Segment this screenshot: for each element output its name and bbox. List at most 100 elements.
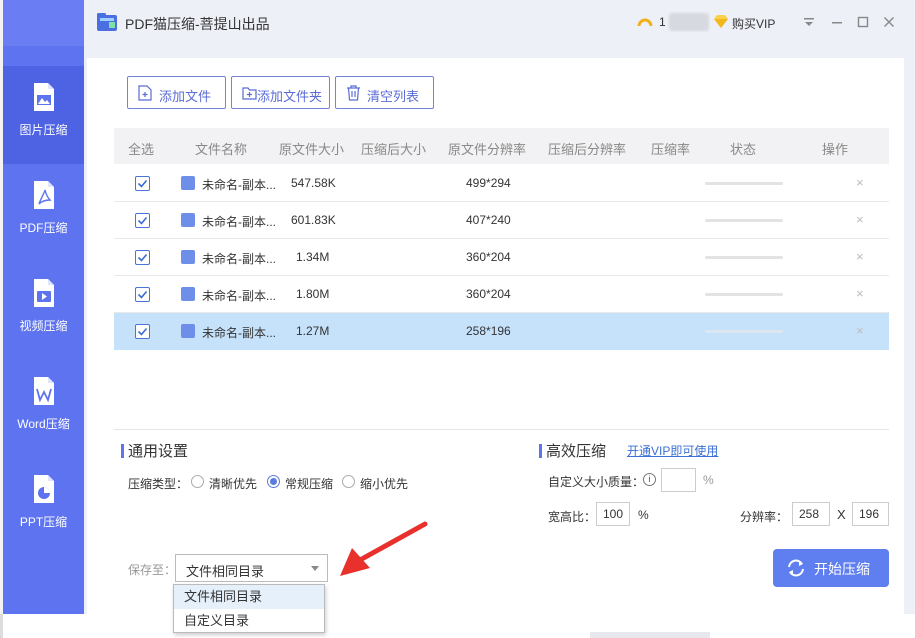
table-row[interactable]: 未命名-副本... 1.80M 360*204 ×	[114, 276, 889, 313]
remove-row-icon[interactable]: ×	[856, 212, 864, 227]
user-id-mask	[669, 13, 709, 31]
row-checkbox[interactable]	[135, 250, 150, 265]
background-window-edge	[590, 632, 710, 638]
file-name: 未命名-副本...	[202, 289, 276, 303]
image-thumbnail-icon	[181, 176, 195, 190]
add-folder-icon	[242, 87, 257, 100]
ppt-file-icon	[34, 475, 54, 503]
sidebar-item-label: 图片压缩	[19, 123, 68, 137]
remove-row-icon[interactable]: ×	[856, 286, 864, 301]
sidebar: 图片压缩 PDF压缩 视频压缩 Word压缩 PPT压缩	[3, 0, 84, 614]
add-folder-button[interactable]: 添加文件夹	[231, 76, 330, 109]
table-row[interactable]: 未命名-副本... 1.34M 360*204 ×	[114, 239, 889, 276]
row-checkbox[interactable]	[135, 213, 150, 228]
sidebar-item-label: Word压缩	[17, 417, 70, 431]
file-resolution: 258*196	[466, 324, 511, 338]
section-marker	[121, 444, 124, 458]
compress-type-label: 压缩类型：	[128, 477, 189, 491]
column-header: 原文件大小	[279, 142, 345, 157]
menu-dropdown-icon[interactable]	[801, 12, 817, 32]
minimize-icon[interactable]	[829, 12, 845, 32]
clear-list-button[interactable]: 清空列表	[335, 76, 434, 109]
sidebar-item-label: PPT压缩	[19, 515, 68, 529]
percent-unit: %	[638, 508, 649, 522]
file-name: 未命名-副本...	[202, 326, 276, 340]
width-input[interactable]: 258	[792, 502, 830, 526]
trash-icon	[347, 85, 360, 101]
radio-shrink-first[interactable]	[342, 475, 355, 488]
remove-row-icon[interactable]: ×	[856, 249, 864, 264]
sidebar-item-ppt-compress[interactable]: PPT压缩	[3, 458, 84, 556]
select-value: 文件相同目录	[186, 564, 265, 579]
user-id: 1	[659, 15, 666, 29]
save-location-select[interactable]: 文件相同目录	[175, 554, 328, 582]
dropdown-option-custom-dir[interactable]: 自定义目录	[174, 609, 324, 633]
file-size: 1.34M	[296, 250, 330, 264]
radio-clarity-first[interactable]	[191, 475, 204, 488]
close-icon[interactable]	[881, 12, 897, 32]
sidebar-item-word-compress[interactable]: Word压缩	[3, 360, 84, 458]
status-progress-bar	[705, 219, 783, 222]
save-location-dropdown: 文件相同目录 自定义目录	[173, 584, 325, 633]
column-header: 压缩后大小	[361, 142, 427, 157]
status-progress-bar	[705, 256, 783, 259]
add-file-icon	[138, 85, 152, 101]
status-progress-bar	[705, 330, 783, 333]
radio-label[interactable]: 缩小优先	[360, 475, 408, 492]
annotation-arrow-icon	[340, 521, 428, 576]
table-header: 全选 文件名称 原文件大小 压缩后大小 原文件分辨率 压缩后分辨率 压缩率 状态…	[114, 128, 889, 164]
sidebar-item-image-compress[interactable]: 图片压缩	[3, 66, 84, 164]
remove-row-icon[interactable]: ×	[856, 323, 864, 338]
sidebar-item-label: 视频压缩	[19, 319, 68, 333]
quality-label: 自定义大小质量：	[548, 475, 645, 489]
status-progress-bar	[705, 293, 783, 296]
info-icon[interactable]: i	[643, 473, 656, 486]
sidebar-item-label: PDF压缩	[19, 221, 68, 235]
diamond-icon[interactable]	[713, 15, 729, 29]
radio-label[interactable]: 常规压缩	[285, 475, 333, 492]
table-row[interactable]: 未命名-副本... 601.83K 407*240 ×	[114, 202, 889, 239]
row-checkbox[interactable]	[135, 324, 150, 339]
file-size: 601.83K	[291, 213, 336, 227]
dropdown-option-same-dir[interactable]: 文件相同目录	[174, 585, 324, 609]
buy-vip-link[interactable]: 购买VIP	[732, 15, 775, 32]
efficient-compress-title: 高效压缩	[546, 443, 607, 460]
ratio-label: 宽高比：	[548, 510, 597, 524]
start-compress-button[interactable]: 开始压缩	[773, 549, 889, 587]
section-marker	[539, 444, 542, 458]
maximize-icon[interactable]	[855, 12, 871, 32]
file-size: 1.80M	[296, 287, 330, 301]
ratio-input[interactable]: 100	[596, 502, 630, 526]
select-all-header[interactable]: 全选	[128, 139, 154, 158]
start-compress-label: 开始压缩	[814, 561, 870, 577]
remove-row-icon[interactable]: ×	[856, 175, 864, 190]
file-size: 547.58K	[291, 176, 336, 190]
file-name: 未命名-副本...	[202, 215, 276, 229]
file-name: 未命名-副本...	[202, 178, 276, 192]
app-window: PDF猫压缩-菩提山出品 1 购买VIP 图片压缩 PDF压缩 视频压缩 Wor…	[3, 0, 915, 614]
folder-logo-icon	[97, 13, 117, 31]
sidebar-item-video-compress[interactable]: 视频压缩	[3, 262, 84, 360]
radio-label[interactable]: 清晰优先	[209, 475, 257, 492]
file-size: 1.27M	[296, 324, 330, 338]
file-resolution: 499*294	[466, 176, 511, 190]
file-resolution: 407*240	[466, 213, 511, 227]
row-checkbox[interactable]	[135, 176, 150, 191]
sidebar-header	[3, 0, 84, 46]
table-row-selected[interactable]: 未命名-副本... 1.27M 258*196 ×	[114, 313, 889, 350]
sidebar-item-pdf-compress[interactable]: PDF压缩	[3, 164, 84, 262]
row-checkbox[interactable]	[135, 287, 150, 302]
refresh-icon	[788, 559, 804, 577]
status-progress-bar	[705, 182, 783, 185]
add-folder-label: 添加文件夹	[257, 89, 323, 104]
radio-normal-compress[interactable]	[267, 475, 280, 488]
image-thumbnail-icon	[181, 287, 195, 301]
window-edge	[0, 614, 3, 638]
open-vip-link[interactable]: 开通VIP即可使用	[627, 442, 718, 459]
add-file-button[interactable]: 添加文件	[127, 76, 226, 109]
percent-unit: %	[703, 473, 714, 487]
app-title: PDF猫压缩-菩提山出品	[125, 16, 270, 32]
height-input[interactable]: 196	[852, 502, 889, 526]
table-row[interactable]: 未命名-副本... 547.58K 499*294 ×	[114, 165, 889, 202]
quality-input[interactable]	[661, 468, 696, 492]
